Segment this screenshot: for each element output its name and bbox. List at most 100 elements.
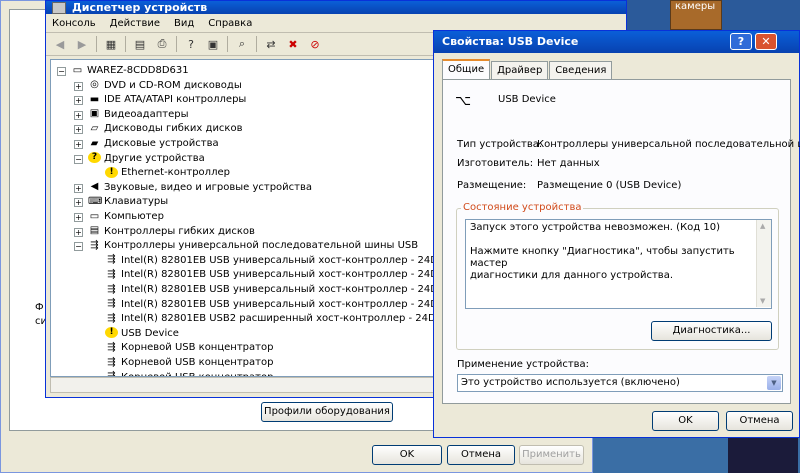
properties-icon[interactable]: ▤: [132, 37, 148, 51]
computer-icon: ▭: [72, 64, 83, 76]
scroll-down-icon[interactable]: ▼: [760, 297, 765, 305]
show-hide-tree-icon[interactable]: ▦: [103, 37, 119, 51]
tree-item[interactable]: ⇶ Корневой USB концентратор: [105, 356, 273, 370]
tree-item[interactable]: − ⇶ Контроллеры универсальной последовател…: [74, 239, 418, 253]
update-driver-icon[interactable]: ⇄: [263, 37, 279, 51]
tree-item[interactable]: ⇶ Корневой USB концентратор: [105, 341, 273, 355]
tree-item[interactable]: −? Другие устройства: [74, 152, 205, 166]
tree-item-label: Intel(R) 82801EB USB универсальный хост-…: [121, 254, 445, 266]
usb-icon: ⇶: [107, 283, 116, 295]
scan-hardware-icon[interactable]: ⌕: [234, 37, 250, 51]
tree-item-label: Видеоадаптеры: [104, 108, 189, 120]
close-button[interactable]: ✕: [755, 33, 777, 50]
tree-item[interactable]: ⇶ Intel(R) 82801EB USB универсальный хост…: [105, 283, 444, 297]
tree-item[interactable]: ⇶ Intel(R) 82801EB USB универсальный хост…: [105, 254, 444, 268]
ok-button[interactable]: OK: [652, 411, 719, 431]
properties-title: Свойства: USB Device: [442, 35, 579, 48]
collapse-icon[interactable]: −: [74, 154, 83, 164]
tree-item[interactable]: ! Ethernet-контроллер: [105, 166, 230, 180]
unknown-device-icon: ?: [88, 152, 101, 164]
ide-icon: ▬: [89, 93, 100, 105]
tree-item[interactable]: − ▭ WAREZ-8CDD8D631: [57, 64, 189, 78]
tree-item[interactable]: + ▣ Видеоадаптеры: [74, 108, 189, 122]
chevron-down-icon[interactable]: ▼: [767, 376, 781, 390]
disable-icon[interactable]: ⊘: [307, 37, 323, 51]
tree-item[interactable]: + ⌨ Клавиатуры: [74, 195, 169, 209]
tree-item-label: WAREZ-8CDD8D631: [87, 65, 189, 76]
toolbar-separator: [227, 36, 228, 52]
tree-item-label: Клавиатуры: [104, 196, 169, 208]
floppy-drive-icon: ▱: [90, 122, 99, 134]
expand-icon[interactable]: +: [74, 213, 83, 222]
expand-icon[interactable]: +: [74, 183, 83, 193]
tab-driver[interactable]: Драйвер: [491, 61, 549, 80]
collapse-icon[interactable]: −: [57, 67, 66, 76]
desktop-thumbnail[interactable]: камеры: [670, 0, 722, 30]
tree-item-label: Дисковые устройства: [104, 138, 219, 149]
tree-item[interactable]: ! USB Device: [105, 327, 179, 341]
expand-icon[interactable]: +: [74, 198, 83, 208]
menu-view[interactable]: Вид: [174, 18, 194, 29]
device-name: USB Device: [498, 94, 556, 105]
tree-item[interactable]: + ▰ Дисковые устройства: [74, 137, 219, 151]
expand-icon[interactable]: +: [74, 81, 83, 91]
tree-item[interactable]: ⇶ Intel(R) 82801EB USB универсальный хост…: [105, 298, 444, 312]
view-icon[interactable]: ▣: [205, 37, 221, 51]
tree-item[interactable]: + ▱ Дисководы гибких дисков: [74, 122, 243, 136]
tree-item-label: Компьютер: [104, 211, 164, 222]
tab-details[interactable]: Сведения: [549, 61, 613, 80]
tree-item[interactable]: + ▬ IDE ATA/ATAPI контроллеры: [74, 93, 247, 107]
toolbar-separator: [125, 36, 126, 52]
tree-item[interactable]: + ▭ Компьютер: [74, 210, 164, 224]
expand-icon[interactable]: +: [74, 110, 83, 120]
back-icon[interactable]: ◀: [52, 37, 68, 51]
properties-titlebar[interactable]: Свойства: USB Device ? ✕: [434, 31, 799, 53]
disk-drive-icon: ▰: [90, 137, 99, 149]
diagnostics-button[interactable]: Диагностика...: [651, 321, 772, 341]
tree-item-label: IDE ATA/ATAPI контроллеры: [104, 94, 247, 106]
cancel-button[interactable]: Отмена: [726, 411, 793, 431]
apply-button[interactable]: Применить: [519, 445, 584, 465]
desktop-thumbnail-label: камеры: [675, 1, 716, 12]
tree-item-label: Intel(R) 82801EB USB2 расширенный хост-к…: [121, 313, 444, 325]
cancel-button[interactable]: Отмена: [447, 445, 515, 465]
device-status-textbox[interactable]: Запуск этого устройства невозможен. (Код…: [465, 219, 772, 309]
tree-item-label: Звуковые, видео и игровые устройства: [104, 181, 313, 193]
forward-icon[interactable]: ▶: [74, 37, 90, 51]
cdrom-icon: ◎: [90, 79, 99, 91]
expand-icon[interactable]: +: [74, 227, 83, 237]
collapse-icon[interactable]: −: [74, 242, 83, 252]
menu-console[interactable]: Консоль: [52, 18, 96, 29]
ok-button[interactable]: OK: [372, 445, 442, 465]
tree-item[interactable]: + ◀ Звуковые, видео и игровые устройства: [74, 181, 313, 195]
help-icon[interactable]: ?: [183, 37, 199, 51]
expand-icon[interactable]: +: [74, 140, 83, 149]
tree-item-label: Intel(R) 82801EB USB универсальный хост-…: [121, 284, 445, 295]
tree-item-label: DVD и CD-ROM дисководы: [104, 79, 242, 91]
sound-icon: ◀: [90, 181, 99, 193]
location-value: Размещение 0 (USB Device): [537, 180, 682, 191]
help-button[interactable]: ?: [730, 33, 752, 50]
tree-item[interactable]: + ▤ Контроллеры гибких дисков: [74, 225, 255, 239]
scroll-up-icon[interactable]: ▲: [760, 222, 765, 230]
usb-icon: ⇶: [107, 312, 116, 324]
expand-icon[interactable]: +: [74, 96, 83, 106]
status-vertical-scrollbar[interactable]: ▲ ▼: [756, 220, 771, 307]
tab-general[interactable]: Общие: [442, 59, 491, 81]
tree-item[interactable]: + ◎ DVD и CD-ROM дисководы: [74, 79, 242, 93]
device-manager-titlebar[interactable]: Диспетчер устройств: [46, 1, 626, 14]
tree-item-label: Дисководы гибких дисков: [104, 123, 243, 135]
device-usage-select[interactable]: Это устройство используется (включено) ▼: [457, 374, 783, 392]
menu-help[interactable]: Справка: [208, 18, 252, 29]
menu-action[interactable]: Действие: [110, 18, 160, 29]
device-status-text: Запуск этого устройства невозможен. (Код…: [470, 222, 735, 281]
expand-icon[interactable]: +: [74, 125, 83, 135]
print-icon[interactable]: ⎙: [154, 37, 170, 51]
tree-item[interactable]: ⇶ Intel(R) 82801EB USB универсальный хост…: [105, 268, 444, 282]
uninstall-icon[interactable]: ✖: [285, 37, 301, 51]
warning-device-icon: !: [105, 327, 118, 339]
tree-item[interactable]: ⇶ Intel(R) 82801EB USB2 расширенный хост-…: [105, 312, 443, 326]
device-type-label: Тип устройства:: [457, 139, 543, 150]
usb-device-properties-dialog: Свойства: USB Device ? ✕ Общие Драйвер С…: [433, 30, 800, 438]
hardware-profiles-button[interactable]: Профили оборудования: [261, 402, 393, 422]
